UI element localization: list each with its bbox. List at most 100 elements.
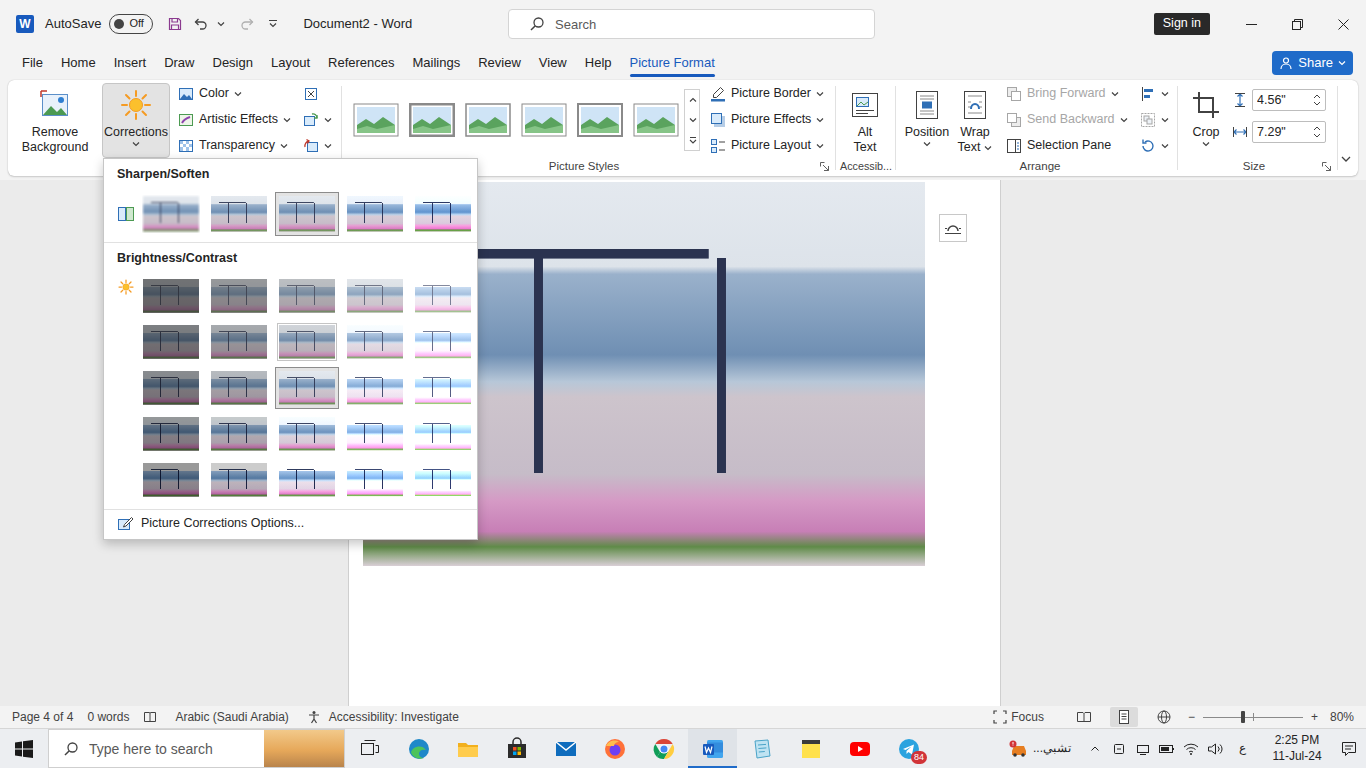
taskbar-search[interactable] (48, 729, 345, 768)
shape-height-input[interactable] (1257, 93, 1313, 107)
ribbon-tab[interactable]: Design (204, 48, 262, 78)
shape-width-field[interactable] (1252, 121, 1326, 143)
taskbar-app[interactable] (639, 729, 688, 768)
ribbon-tab[interactable]: File (13, 48, 52, 78)
brightness-contrast-preset[interactable] (343, 459, 407, 501)
brightness-contrast-preset[interactable] (411, 275, 475, 317)
ribbon-tab[interactable]: Layout (262, 48, 319, 78)
picture-style[interactable] (460, 89, 516, 151)
view-button[interactable] (1070, 707, 1098, 727)
remove-background-button[interactable]: RemoveBackground (18, 83, 92, 158)
brightness-contrast-preset[interactable] (343, 321, 407, 363)
ribbon-tab[interactable]: Picture Format (621, 48, 724, 78)
taskbar-app[interactable] (786, 729, 835, 768)
taskbar-search-input[interactable] (89, 741, 239, 757)
brightness-contrast-preset[interactable] (275, 413, 339, 455)
color-button[interactable]: Color (174, 81, 295, 107)
minimize-button[interactable] (1228, 0, 1274, 48)
gallery-down-button[interactable] (685, 110, 701, 130)
ribbon-tab[interactable]: Insert (105, 48, 156, 78)
zoom-level[interactable]: 80% (1330, 710, 1354, 725)
sharpen-preset[interactable] (139, 192, 203, 236)
view-button[interactable] (1150, 707, 1178, 727)
notifications-button[interactable] (1340, 738, 1358, 760)
transparency-button[interactable]: Transparency (174, 133, 295, 159)
brightness-contrast-preset[interactable] (343, 275, 407, 317)
corrections-button[interactable]: Corrections (102, 83, 170, 158)
ribbon-tab[interactable]: Mailings (404, 48, 470, 78)
sharpen-preset[interactable] (343, 192, 407, 236)
picture-style[interactable] (348, 89, 404, 151)
brightness-contrast-preset[interactable] (207, 413, 271, 455)
battery-button[interactable] (1159, 738, 1175, 760)
layout-options-button[interactable] (939, 214, 967, 242)
size-label-launcher[interactable] (1318, 158, 1334, 175)
gallery-up-button[interactable] (685, 90, 701, 110)
ribbon-tab[interactable]: Home (52, 48, 105, 78)
zoom-out-button[interactable]: − (1184, 710, 1199, 725)
brightness-contrast-preset[interactable] (411, 321, 475, 363)
taskbar-app[interactable] (394, 729, 443, 768)
crop-button[interactable]: Crop (1186, 83, 1226, 158)
task-view-button[interactable] (345, 729, 394, 768)
save-button[interactable] (167, 13, 183, 35)
ribbon-tab[interactable]: Review (469, 48, 530, 78)
ribbon-tab[interactable]: Draw (155, 48, 203, 78)
brightness-contrast-preset[interactable] (207, 459, 271, 501)
search-box[interactable] (508, 9, 875, 39)
ribbon-display-options-button[interactable] (1338, 148, 1354, 170)
zoom-thumb[interactable] (1241, 711, 1245, 723)
picture-border-button[interactable]: Picture Border (706, 81, 828, 107)
search-input[interactable] (555, 17, 855, 32)
show-hidden-icons-button[interactable] (1087, 738, 1103, 760)
sharpen-preset[interactable] (411, 192, 475, 236)
language[interactable]: Arabic (Saudi Arabia) (175, 710, 288, 725)
redo-button[interactable] (239, 13, 255, 35)
zoom-slider[interactable] (1203, 710, 1303, 724)
brightness-contrast-preset[interactable] (207, 275, 271, 317)
brightness-contrast-preset[interactable] (275, 459, 339, 501)
word-count[interactable]: 0 words (87, 710, 129, 725)
zoom-in-button[interactable]: + (1307, 710, 1322, 725)
accessibility-checker[interactable]: Accessibility: Investigate (307, 710, 459, 725)
picture-style[interactable] (516, 89, 572, 151)
view-button[interactable] (1110, 707, 1138, 727)
brightness-contrast-preset[interactable] (343, 413, 407, 455)
brightness-contrast-preset[interactable] (207, 367, 271, 409)
picture-style[interactable] (628, 89, 684, 151)
picture-styles-label-launcher[interactable] (816, 158, 832, 175)
bring-forward-button[interactable]: Bring Forward (1002, 81, 1132, 107)
shape-width-input[interactable] (1257, 125, 1313, 139)
sign-in-button[interactable]: Sign in (1154, 13, 1210, 35)
volume-button[interactable] (1207, 738, 1223, 760)
news-widget[interactable]: تشبي... (1009, 740, 1071, 758)
selection-pane-button[interactable]: Selection Pane (1002, 133, 1132, 159)
position-button[interactable]: Position (902, 83, 952, 158)
close-button[interactable] (1320, 0, 1366, 48)
sharpen-preset[interactable] (275, 192, 339, 236)
input-language[interactable]: ع (1231, 741, 1254, 756)
send-backward-button[interactable]: Send Backward (1002, 107, 1132, 133)
restore-button[interactable] (1274, 0, 1320, 48)
clock[interactable]: 2:25 PM11-Jul-24 (1262, 733, 1332, 764)
brightness-contrast-preset[interactable] (139, 367, 203, 409)
brightness-contrast-preset[interactable] (139, 413, 203, 455)
tray-app-button[interactable] (1111, 738, 1127, 760)
ribbon-tab[interactable]: View (530, 48, 576, 78)
undo-button[interactable] (193, 13, 209, 35)
page-count[interactable]: Page 4 of 4 (12, 710, 73, 725)
compress-pictures-button[interactable] (299, 81, 336, 107)
share-button[interactable]: Share (1272, 51, 1353, 75)
taskbar-app[interactable] (590, 729, 639, 768)
taskbar-app[interactable] (737, 729, 786, 768)
reset-picture-button[interactable] (299, 133, 336, 159)
undo-menu-button[interactable] (213, 13, 229, 35)
brightness-contrast-preset[interactable] (207, 321, 271, 363)
wrap-text-button[interactable]: WrapText (952, 83, 998, 158)
gallery-more-button[interactable] (685, 130, 701, 150)
focus-button[interactable]: Focus (993, 710, 1044, 725)
sharpen-preset[interactable] (207, 192, 271, 236)
picture-corrections-options[interactable]: Picture Corrections Options... (104, 510, 477, 538)
rotate-button[interactable] (1136, 133, 1173, 159)
taskbar-app[interactable] (835, 729, 884, 768)
